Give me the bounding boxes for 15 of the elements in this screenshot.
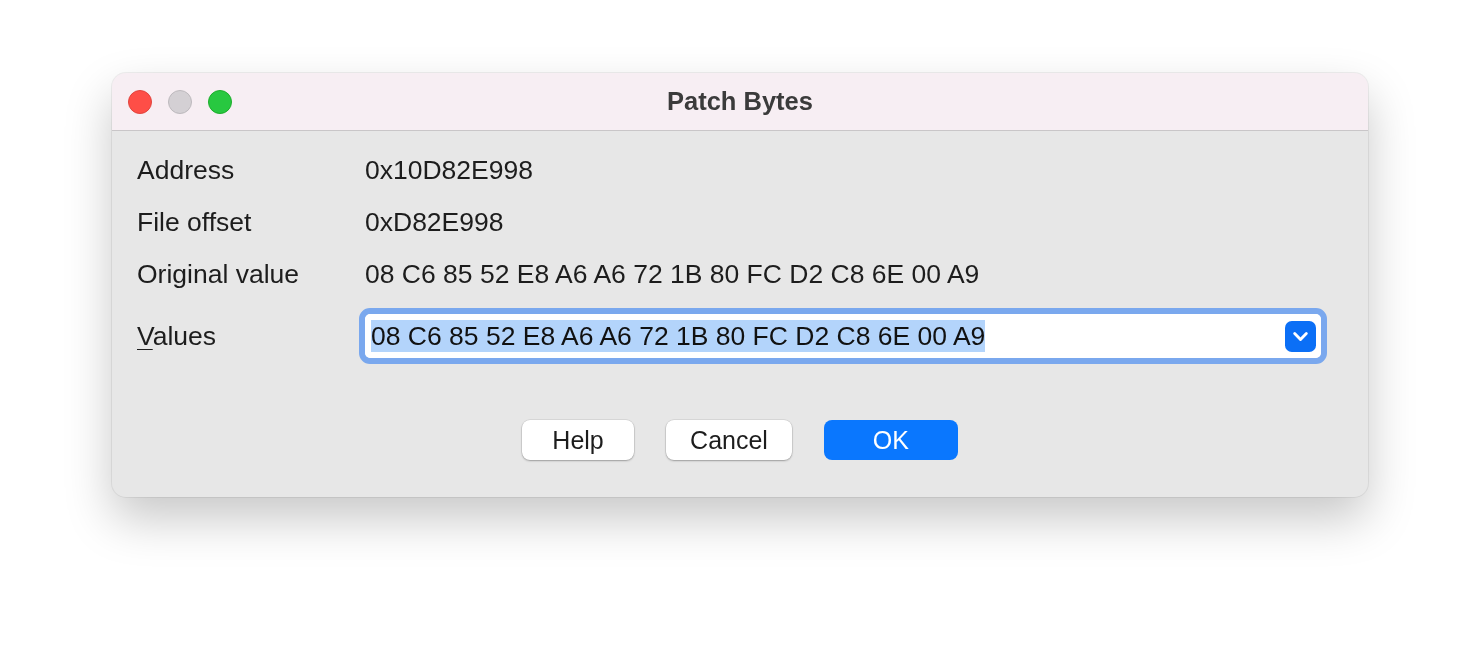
values-label: Values [137, 320, 217, 352]
field-value: 0x10D82E998 [365, 154, 533, 186]
dialog-button[interactable]: OK [823, 420, 958, 460]
window-title: Patch Bytes [666, 87, 814, 116]
field-value: 08 C6 85 52 E8 A6 A6 72 1B 80 FC D2 C8 6E 00 A9 [365, 258, 980, 290]
dropdown-chevron-icon[interactable] [1285, 320, 1316, 352]
zoom-icon[interactable] [208, 89, 232, 114]
dialog-button[interactable]: Help [522, 420, 635, 460]
close-icon[interactable] [128, 89, 152, 114]
dialog-button[interactable]: Cancel [666, 420, 792, 460]
values-combo-box[interactable]: 08 C6 85 52 E8 A6 A6 72 1B 80 FC D2 C8 6E 00 A9 [359, 308, 1327, 364]
field-label: File offset [137, 206, 253, 238]
field-label: Address [137, 154, 236, 186]
field-value: 0xD82E998 [365, 206, 504, 238]
field-label: Original value [137, 258, 301, 290]
